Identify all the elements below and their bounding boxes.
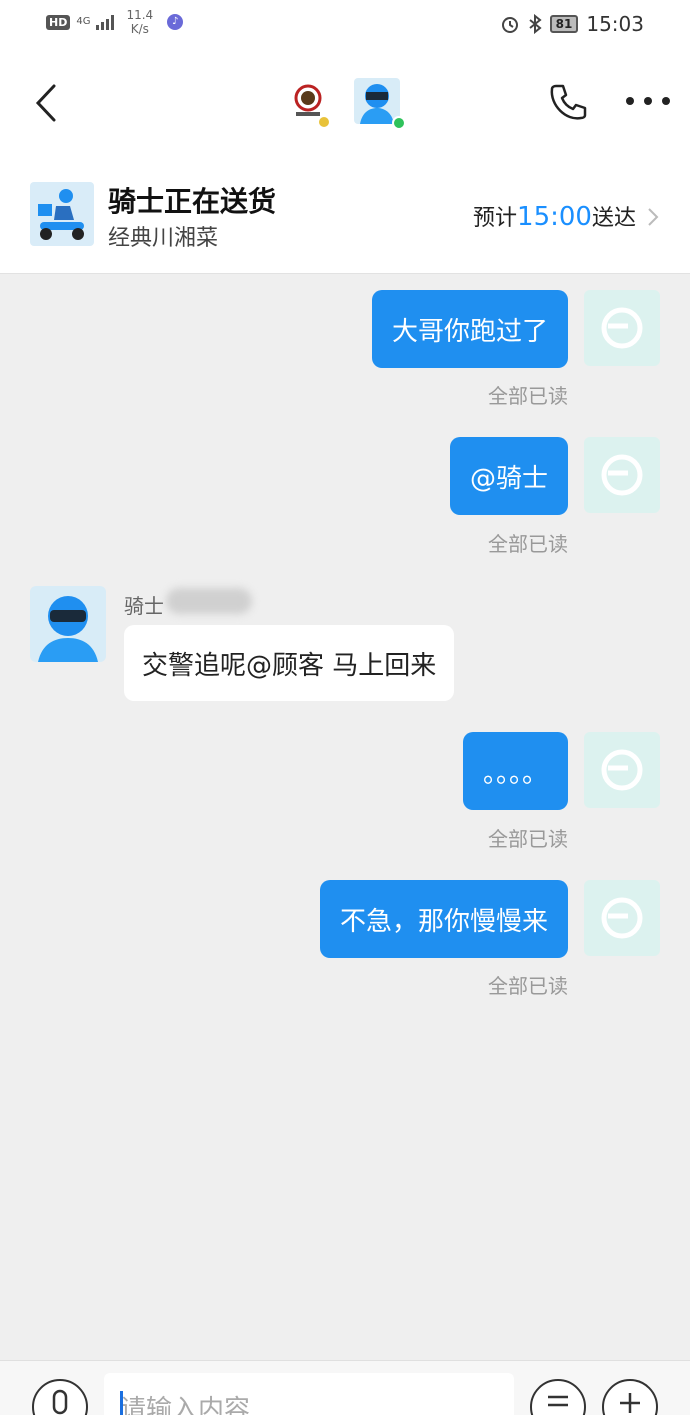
list-icon[interactable] (530, 1379, 586, 1415)
plus-icon[interactable] (602, 1379, 658, 1415)
read-receipt: 全部已读 (488, 384, 568, 408)
chevron-left-icon[interactable] (32, 82, 62, 124)
store-logo-avatar[interactable] (286, 78, 332, 128)
battery-indicator: 81 (549, 15, 579, 33)
message-bubble-sent[interactable]: 大哥你跑过了 (371, 290, 568, 368)
network-type: 4G (76, 16, 91, 27)
order-status-card[interactable]: 骑士正在送货 经典川湘菜 预计15:00送达 (0, 156, 690, 274)
order-status-title: 骑士正在送货 (108, 185, 277, 218)
blurred-sender-id (166, 588, 252, 614)
online-status-dot (392, 116, 406, 130)
input-bar (0, 1360, 690, 1415)
message-input[interactable] (104, 1373, 514, 1415)
clock: 15:03 (586, 12, 644, 36)
user-avatar[interactable] (584, 437, 660, 513)
eta-text: 预计15:00送达 (473, 200, 636, 232)
music-icon: ♪ (167, 14, 184, 30)
read-receipt: 全部已读 (488, 827, 568, 851)
delivery-scooter-icon (30, 182, 94, 246)
hd-badge: HD (46, 14, 71, 30)
message-input-box[interactable] (104, 1373, 514, 1415)
speed-unit: K/s (130, 22, 149, 36)
message-bubble-sent[interactable]: 不急，那你慢慢来 (319, 880, 568, 958)
store-name: 经典川湘菜 (108, 226, 219, 251)
sender-name: 骑士 (124, 594, 164, 618)
phone-icon[interactable] (548, 82, 588, 122)
user-avatar[interactable] (584, 732, 660, 808)
message-bubble-sent[interactable]: 。。。。 (462, 732, 568, 810)
user-avatar[interactable] (584, 290, 660, 366)
message-bubble-received[interactable]: 交警追呢@顾客 马上回来 (124, 625, 455, 701)
speed-value: 11.4 (126, 8, 154, 22)
status-left: HD 4G 11.4 K/s ♪ (46, 8, 184, 36)
network-speed: 11.4 K/s (126, 8, 153, 36)
status-bar: HD 4G 11.4 K/s ♪ 81 15:03 (0, 0, 690, 52)
more-dots-icon[interactable] (626, 94, 670, 108)
eta-time: 15:00 (517, 202, 592, 232)
status-right: 81 15:03 (500, 12, 644, 36)
message-bubble-sent[interactable]: @骑士 (449, 437, 568, 515)
top-nav (0, 52, 690, 156)
signal-icon (96, 14, 115, 30)
read-receipt: 全部已读 (488, 532, 568, 556)
chevron-right-icon[interactable] (646, 206, 660, 228)
microphone-icon[interactable] (32, 1379, 88, 1415)
bluetooth-icon (529, 14, 542, 34)
read-receipt: 全部已读 (488, 974, 568, 998)
rider-avatar[interactable] (30, 586, 106, 662)
alarm-icon (501, 17, 518, 33)
user-avatar[interactable] (584, 880, 660, 956)
eta-suffix: 送达 (591, 206, 636, 231)
text-cursor (120, 1391, 123, 1415)
eta-prefix: 预计 (473, 206, 518, 231)
